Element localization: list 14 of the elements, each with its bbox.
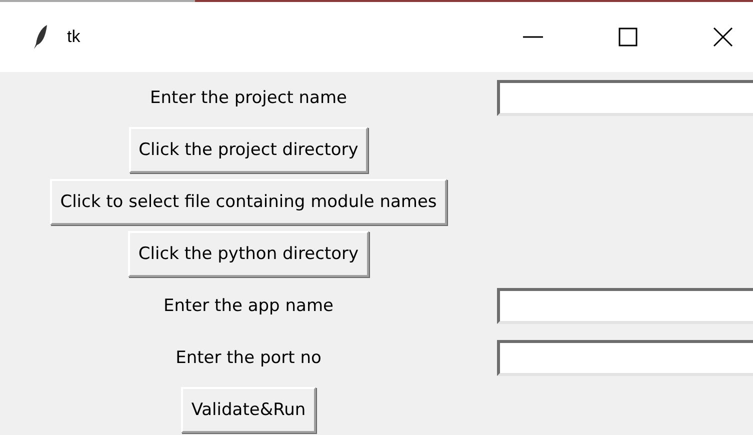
- input-field[interactable]: [497, 340, 753, 376]
- action-button[interactable]: Click the python directory: [128, 231, 369, 277]
- field-label: Enter the port no: [176, 348, 322, 368]
- field-label: Enter the app name: [164, 296, 334, 316]
- action-button[interactable]: Validate&Run: [181, 387, 316, 433]
- action-button[interactable]: Click to select file containing module names: [50, 179, 447, 225]
- window-title: tk: [67, 27, 80, 47]
- feather-icon: [33, 24, 49, 50]
- input-field[interactable]: [497, 288, 753, 324]
- input-field[interactable]: [497, 80, 753, 116]
- close-icon[interactable]: [713, 27, 733, 47]
- maximize-icon[interactable]: [618, 27, 638, 47]
- action-button[interactable]: Click the project directory: [128, 127, 368, 173]
- field-label: Enter the project name: [150, 88, 347, 108]
